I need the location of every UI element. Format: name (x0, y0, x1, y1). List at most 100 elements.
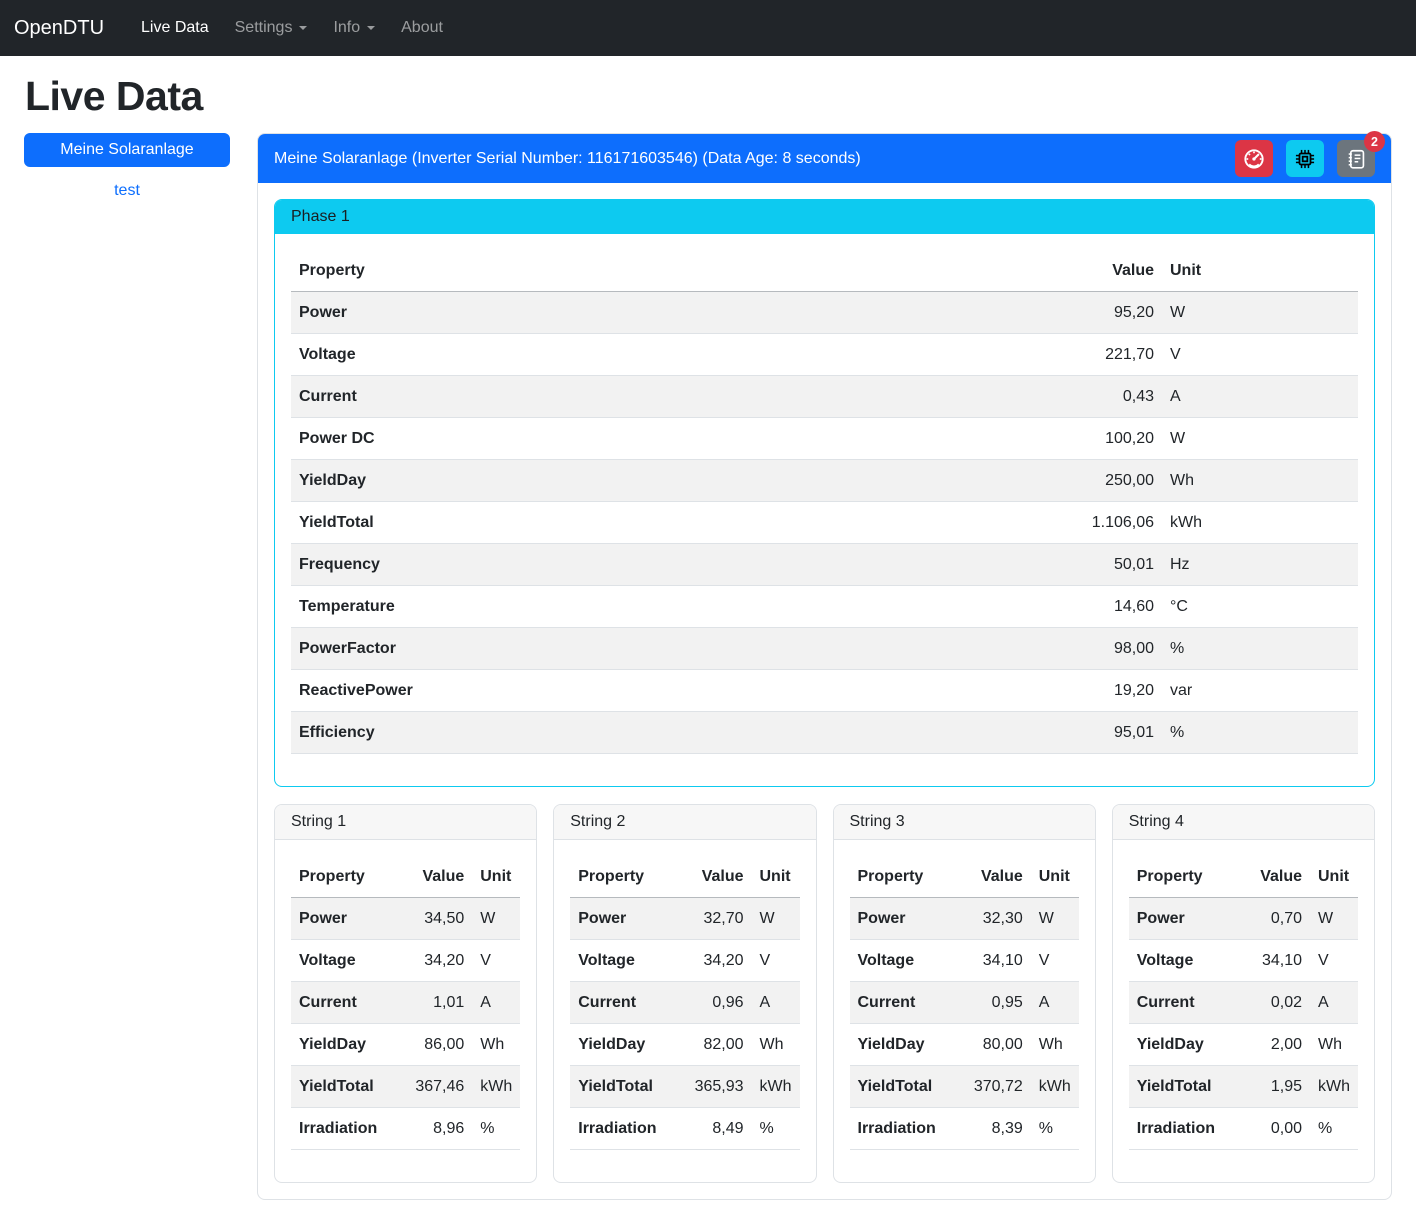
property-cell: Current (570, 982, 667, 1024)
top-navbar: OpenDTU Live Data Settings Info About (0, 0, 1416, 56)
string-card-body: PropertyValueUnit Power32,30WVoltage34,1… (834, 840, 1095, 1182)
nav-item-settings[interactable]: Settings (222, 11, 321, 45)
unit-cell: W (752, 898, 800, 940)
device-info-button[interactable] (1286, 140, 1324, 177)
inverter-panel: Meine Solaranlage (Inverter Serial Numbe… (257, 133, 1392, 1200)
unit-cell: A (1162, 376, 1358, 418)
value-cell: 82,00 (668, 1024, 752, 1066)
string-card: String 1 PropertyValueUnit Power34,50WVo… (274, 804, 537, 1183)
nav-item-label: Info (333, 19, 360, 36)
property-cell: Voltage (291, 334, 1072, 376)
property-cell: Voltage (291, 940, 388, 982)
value-cell: 0,43 (1072, 376, 1162, 418)
property-cell: Irradiation (570, 1108, 667, 1150)
value-cell: 98,00 (1072, 628, 1162, 670)
property-cell: YieldTotal (291, 502, 1072, 544)
property-cell: Power DC (291, 418, 1072, 460)
nav-item-about[interactable]: About (388, 11, 456, 45)
value-cell: 19,20 (1072, 670, 1162, 712)
value-cell: 34,10 (947, 940, 1031, 982)
column-header-value: Value (388, 856, 472, 898)
value-cell: 34,50 (388, 898, 472, 940)
property-cell: YieldDay (850, 1024, 947, 1066)
property-cell: Power (570, 898, 667, 940)
nav-item-info[interactable]: Info (320, 11, 388, 45)
table-row: YieldDay82,00Wh (570, 1024, 799, 1066)
table-row: Voltage34,10V (850, 940, 1079, 982)
unit-cell: kWh (1031, 1066, 1079, 1108)
unit-cell: % (1031, 1108, 1079, 1150)
string-table: PropertyValueUnit Power32,70WVoltage34,2… (570, 856, 799, 1150)
string-card-title: String 1 (275, 805, 536, 840)
unit-cell: V (1031, 940, 1079, 982)
property-cell: Voltage (570, 940, 667, 982)
string-table-head: PropertyValueUnit (850, 856, 1079, 898)
brand-logo[interactable]: OpenDTU (14, 17, 104, 40)
table-row: Current0,95A (850, 982, 1079, 1024)
string-card-body: PropertyValueUnit Power32,70WVoltage34,2… (554, 840, 815, 1182)
property-cell: Temperature (291, 586, 1072, 628)
unit-cell: A (1310, 982, 1358, 1024)
unit-cell: A (1031, 982, 1079, 1024)
table-row: Power0,70W (1129, 898, 1358, 940)
property-cell: Voltage (850, 940, 947, 982)
value-cell: 34,20 (388, 940, 472, 982)
unit-cell: W (1310, 898, 1358, 940)
property-cell: Power (1129, 898, 1226, 940)
unit-cell: W (1162, 292, 1358, 334)
string-card: String 2 PropertyValueUnit Power32,70WVo… (553, 804, 816, 1183)
property-cell: PowerFactor (291, 628, 1072, 670)
unit-cell: V (1162, 334, 1358, 376)
string-table-body: Power32,70WVoltage34,20VCurrent0,96AYiel… (570, 898, 799, 1150)
unit-cell: Wh (1310, 1024, 1358, 1066)
property-cell: YieldTotal (570, 1066, 667, 1108)
table-header-row: Property Value Unit (291, 250, 1358, 292)
table-row: Temperature14,60°C (291, 586, 1358, 628)
property-cell: Efficiency (291, 712, 1072, 754)
unit-cell: kWh (472, 1066, 520, 1108)
property-cell: Power (850, 898, 947, 940)
property-cell: Power (291, 292, 1072, 334)
property-cell: Current (291, 982, 388, 1024)
inverter-toolbar: 2 (1235, 140, 1375, 177)
table-header-row: PropertyValueUnit (570, 856, 799, 898)
property-cell: YieldDay (570, 1024, 667, 1066)
speedometer-icon (1243, 148, 1265, 170)
unit-cell: % (752, 1108, 800, 1150)
column-header-unit: Unit (1310, 856, 1358, 898)
unit-cell: % (1162, 628, 1358, 670)
column-header-value: Value (947, 856, 1031, 898)
value-cell: 250,00 (1072, 460, 1162, 502)
string-cards: String 1 PropertyValueUnit Power34,50WVo… (274, 804, 1375, 1183)
value-cell: 0,00 (1226, 1108, 1310, 1150)
value-cell: 34,10 (1226, 940, 1310, 982)
table-row: Irradiation8,49% (570, 1108, 799, 1150)
table-row: Voltage34,10V (1129, 940, 1358, 982)
string-table-body: Power32,30WVoltage34,10VCurrent0,95AYiel… (850, 898, 1079, 1150)
value-cell: 14,60 (1072, 586, 1162, 628)
inverter-sidebar: Meine Solaranlage test (24, 133, 230, 200)
inverter-panel-body: Phase 1 Property Value Unit (258, 183, 1391, 1199)
journal-icon (1345, 148, 1367, 170)
property-cell: Irradiation (1129, 1108, 1226, 1150)
nav-item-live-data[interactable]: Live Data (128, 11, 222, 45)
table-row: YieldTotal1.106,06kWh (291, 502, 1358, 544)
limit-settings-button[interactable] (1235, 140, 1273, 177)
property-cell: YieldTotal (291, 1066, 388, 1108)
unit-cell: kWh (752, 1066, 800, 1108)
value-cell: 1,01 (388, 982, 472, 1024)
table-row: YieldDay86,00Wh (291, 1024, 520, 1066)
column-header-value: Value (1226, 856, 1310, 898)
inverter-select-button[interactable]: Meine Solaranlage (24, 133, 230, 167)
string-table: PropertyValueUnit Power0,70WVoltage34,10… (1129, 856, 1358, 1150)
table-row: YieldTotal367,46kWh (291, 1066, 520, 1108)
unit-cell: W (1162, 418, 1358, 460)
table-row: YieldDay80,00Wh (850, 1024, 1079, 1066)
inverter-link-test[interactable]: test (24, 182, 230, 200)
event-log-button[interactable]: 2 (1337, 140, 1375, 177)
string-table-head: PropertyValueUnit (291, 856, 520, 898)
inverter-panel-header: Meine Solaranlage (Inverter Serial Numbe… (258, 134, 1391, 183)
property-cell: YieldTotal (850, 1066, 947, 1108)
value-cell: 95,20 (1072, 292, 1162, 334)
unit-cell: % (1310, 1108, 1358, 1150)
